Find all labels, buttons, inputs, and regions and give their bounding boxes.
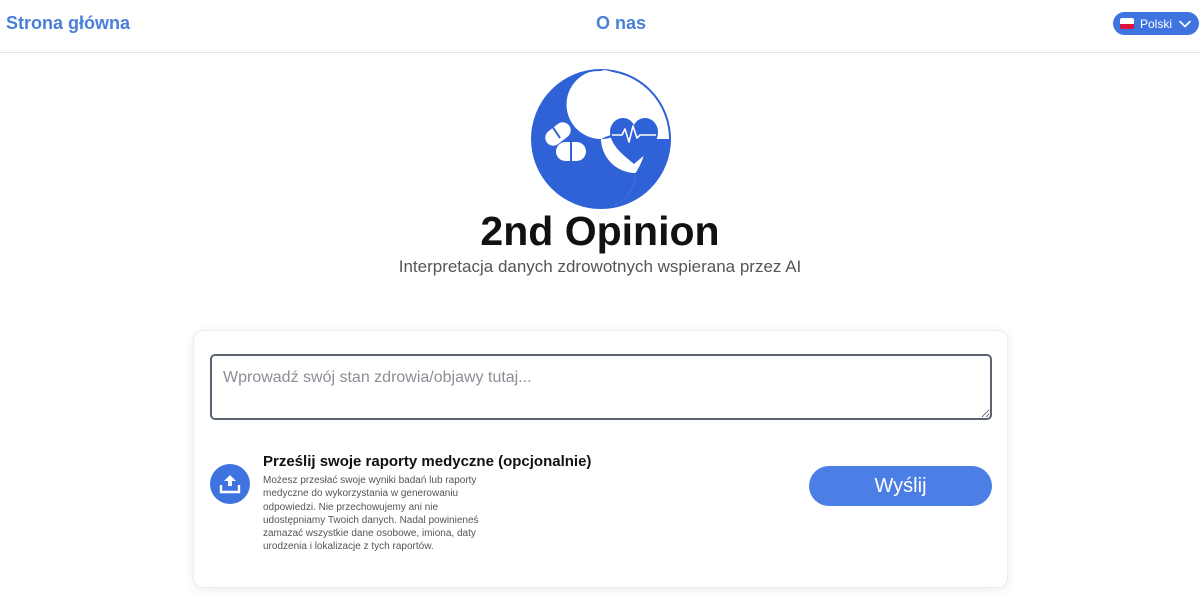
send-button[interactable]: Wyślij [809,466,992,506]
upload-description: Możesz przesłać swoje wyniki badań lub r… [263,475,479,553]
chevron-down-icon [1179,20,1191,27]
language-label: Polski [1140,16,1173,31]
upload-reports-button[interactable] [210,464,250,504]
symptoms-input[interactable] [210,354,992,420]
upload-icon [219,475,241,494]
language-selector[interactable]: Polski [1113,12,1199,35]
nav-about-link[interactable]: O nas [596,13,646,34]
input-card: Prześlij swoje raporty medyczne (opcjona… [193,330,1008,588]
top-navigation: Strona główna O nas Polski [0,0,1200,53]
upload-title: Prześlij swoje raporty medyczne (opcjona… [263,453,592,470]
app-subtitle: Interpretacja danych zdrowotnych wspiera… [398,257,802,276]
app-title: 2nd Opinion [480,208,720,254]
pills-and-heart-logo [531,69,671,209]
nav-home-link[interactable]: Strona główna [6,13,130,34]
poland-flag-icon [1120,18,1134,29]
